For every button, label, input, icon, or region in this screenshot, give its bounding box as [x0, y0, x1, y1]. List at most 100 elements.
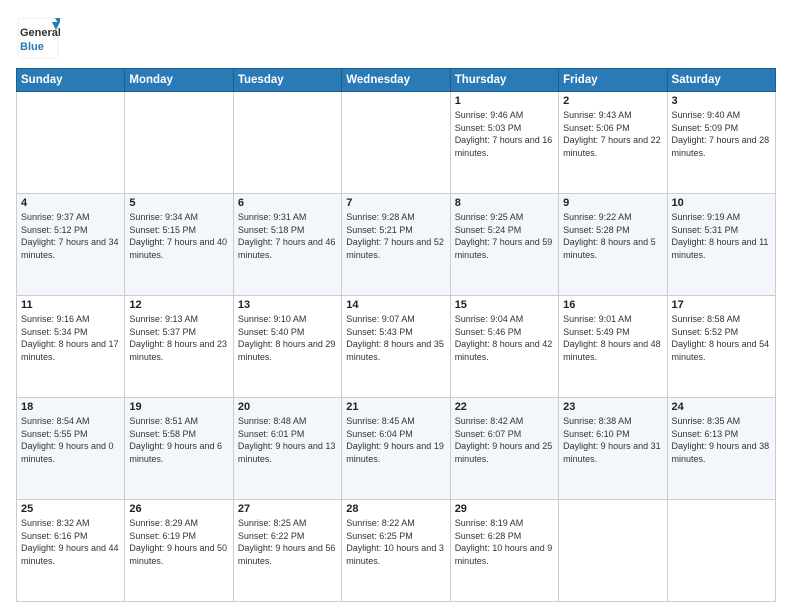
- day-info: Sunrise: 9:13 AMSunset: 5:37 PMDaylight:…: [129, 313, 228, 363]
- day-number: 7: [346, 197, 445, 209]
- day-info: Sunrise: 8:19 AMSunset: 6:28 PMDaylight:…: [455, 517, 554, 567]
- calendar-cell: 28Sunrise: 8:22 AMSunset: 6:25 PMDayligh…: [342, 500, 450, 602]
- day-info: Sunrise: 9:34 AMSunset: 5:15 PMDaylight:…: [129, 211, 228, 261]
- day-info: Sunrise: 8:58 AMSunset: 5:52 PMDaylight:…: [672, 313, 771, 363]
- day-number: 8: [455, 197, 554, 209]
- day-info: Sunrise: 9:22 AMSunset: 5:28 PMDaylight:…: [563, 211, 662, 261]
- day-info: Sunrise: 9:28 AMSunset: 5:21 PMDaylight:…: [346, 211, 445, 261]
- week-row-5: 25Sunrise: 8:32 AMSunset: 6:16 PMDayligh…: [17, 500, 776, 602]
- day-info: Sunrise: 8:25 AMSunset: 6:22 PMDaylight:…: [238, 517, 337, 567]
- day-info: Sunrise: 8:48 AMSunset: 6:01 PMDaylight:…: [238, 415, 337, 465]
- day-number: 1: [455, 95, 554, 107]
- calendar-cell: 10Sunrise: 9:19 AMSunset: 5:31 PMDayligh…: [667, 194, 775, 296]
- day-info: Sunrise: 9:40 AMSunset: 5:09 PMDaylight:…: [672, 109, 771, 159]
- day-info: Sunrise: 8:45 AMSunset: 6:04 PMDaylight:…: [346, 415, 445, 465]
- day-info: Sunrise: 9:25 AMSunset: 5:24 PMDaylight:…: [455, 211, 554, 261]
- weekday-header-thursday: Thursday: [450, 69, 558, 92]
- calendar-cell: [559, 500, 667, 602]
- day-info: Sunrise: 9:46 AMSunset: 5:03 PMDaylight:…: [455, 109, 554, 159]
- day-info: Sunrise: 9:31 AMSunset: 5:18 PMDaylight:…: [238, 211, 337, 261]
- day-number: 6: [238, 197, 337, 209]
- calendar-cell: 1 Sunrise: 9:46 AMSunset: 5:03 PMDaylight…: [450, 92, 558, 194]
- day-info: Sunrise: 9:16 AMSunset: 5:34 PMDaylight:…: [21, 313, 120, 363]
- day-number: 23: [563, 401, 662, 413]
- calendar-cell: 18 Sunrise: 8:54 AMSunset: 5:55 PMDayligh…: [17, 398, 125, 500]
- day-number: 25: [21, 503, 120, 515]
- day-info: Sunrise: 9:01 AMSunset: 5:49 PMDaylight:…: [563, 313, 662, 363]
- calendar-cell: 3 Sunrise: 9:40 AMSunset: 5:09 PMDaylight…: [667, 92, 775, 194]
- day-number: 27: [238, 503, 337, 515]
- calendar-cell: 19Sunrise: 8:51 AMSunset: 5:58 PMDayligh…: [125, 398, 233, 500]
- day-number: 14: [346, 299, 445, 311]
- calendar-cell: 20 Sunrise: 8:48 AMSunset: 6:01 PMDayligh…: [233, 398, 341, 500]
- calendar-table: SundayMondayTuesdayWednesdayThursdayFrid…: [16, 68, 776, 602]
- day-number: 13: [238, 299, 337, 311]
- day-number: 12: [129, 299, 228, 311]
- weekday-header-monday: Monday: [125, 69, 233, 92]
- weekday-header-saturday: Saturday: [667, 69, 775, 92]
- calendar-cell: 24 Sunrise: 8:35 AMSunset: 6:13 PMDayligh…: [667, 398, 775, 500]
- day-info: Sunrise: 8:22 AMSunset: 6:25 PMDaylight:…: [346, 517, 445, 567]
- calendar-cell: 9Sunrise: 9:22 AMSunset: 5:28 PMDaylight…: [559, 194, 667, 296]
- calendar-cell: 6 Sunrise: 9:31 AMSunset: 5:18 PMDaylight…: [233, 194, 341, 296]
- calendar-cell: 22 Sunrise: 8:42 AMSunset: 6:07 PMDayligh…: [450, 398, 558, 500]
- day-number: 4: [21, 197, 120, 209]
- calendar-cell: 8 Sunrise: 9:25 AMSunset: 5:24 PMDaylight…: [450, 194, 558, 296]
- day-info: Sunrise: 9:04 AMSunset: 5:46 PMDaylight:…: [455, 313, 554, 363]
- svg-text:General: General: [20, 27, 60, 39]
- day-number: 19: [129, 401, 228, 413]
- day-number: 26: [129, 503, 228, 515]
- week-row-4: 18 Sunrise: 8:54 AMSunset: 5:55 PMDayligh…: [17, 398, 776, 500]
- day-number: 11: [21, 299, 120, 311]
- day-info: Sunrise: 8:38 AMSunset: 6:10 PMDaylight:…: [563, 415, 662, 465]
- day-info: Sunrise: 8:54 AMSunset: 5:55 PMDaylight:…: [21, 415, 120, 465]
- day-number: 17: [672, 299, 771, 311]
- day-info: Sunrise: 9:37 AMSunset: 5:12 PMDaylight:…: [21, 211, 120, 261]
- logo: General Blue: [16, 16, 60, 60]
- week-row-3: 11 Sunrise: 9:16 AMSunset: 5:34 PMDayligh…: [17, 296, 776, 398]
- calendar-cell: 14 Sunrise: 9:07 AMSunset: 5:43 PMDayligh…: [342, 296, 450, 398]
- calendar-cell: 12 Sunrise: 9:13 AMSunset: 5:37 PMDayligh…: [125, 296, 233, 398]
- logo-svg: General Blue: [16, 16, 60, 60]
- week-row-2: 4 Sunrise: 9:37 AMSunset: 5:12 PMDaylight…: [17, 194, 776, 296]
- calendar-cell: 7 Sunrise: 9:28 AMSunset: 5:21 PMDaylight…: [342, 194, 450, 296]
- day-info: Sunrise: 9:43 AMSunset: 5:06 PMDaylight:…: [563, 109, 662, 159]
- day-info: Sunrise: 8:42 AMSunset: 6:07 PMDaylight:…: [455, 415, 554, 465]
- day-number: 24: [672, 401, 771, 413]
- calendar-cell: 15 Sunrise: 9:04 AMSunset: 5:46 PMDayligh…: [450, 296, 558, 398]
- day-number: 5: [129, 197, 228, 209]
- day-number: 16: [563, 299, 662, 311]
- calendar-cell: 29Sunrise: 8:19 AMSunset: 6:28 PMDayligh…: [450, 500, 558, 602]
- calendar-cell: [342, 92, 450, 194]
- day-info: Sunrise: 9:07 AMSunset: 5:43 PMDaylight:…: [346, 313, 445, 363]
- calendar-cell: [233, 92, 341, 194]
- day-number: 3: [672, 95, 771, 107]
- weekday-header-friday: Friday: [559, 69, 667, 92]
- calendar-cell: 23 Sunrise: 8:38 AMSunset: 6:10 PMDayligh…: [559, 398, 667, 500]
- day-info: Sunrise: 8:29 AMSunset: 6:19 PMDaylight:…: [129, 517, 228, 567]
- calendar-cell: 16 Sunrise: 9:01 AMSunset: 5:49 PMDayligh…: [559, 296, 667, 398]
- day-info: Sunrise: 9:19 AMSunset: 5:31 PMDaylight:…: [672, 211, 771, 261]
- calendar-cell: 25Sunrise: 8:32 AMSunset: 6:16 PMDayligh…: [17, 500, 125, 602]
- calendar-cell: [125, 92, 233, 194]
- day-number: 21: [346, 401, 445, 413]
- calendar-cell: 17 Sunrise: 8:58 AMSunset: 5:52 PMDayligh…: [667, 296, 775, 398]
- weekday-header-sunday: Sunday: [17, 69, 125, 92]
- calendar-cell: 5 Sunrise: 9:34 AMSunset: 5:15 PMDaylight…: [125, 194, 233, 296]
- calendar-cell: [17, 92, 125, 194]
- calendar-cell: 4 Sunrise: 9:37 AMSunset: 5:12 PMDaylight…: [17, 194, 125, 296]
- svg-text:Blue: Blue: [20, 41, 44, 53]
- weekday-header-tuesday: Tuesday: [233, 69, 341, 92]
- calendar-cell: 2 Sunrise: 9:43 AMSunset: 5:06 PMDaylight…: [559, 92, 667, 194]
- day-number: 15: [455, 299, 554, 311]
- day-number: 22: [455, 401, 554, 413]
- day-number: 2: [563, 95, 662, 107]
- weekday-header-wednesday: Wednesday: [342, 69, 450, 92]
- header: General Blue: [16, 16, 776, 60]
- day-number: 20: [238, 401, 337, 413]
- calendar-cell: 27 Sunrise: 8:25 AMSunset: 6:22 PMDayligh…: [233, 500, 341, 602]
- week-row-1: 1 Sunrise: 9:46 AMSunset: 5:03 PMDaylight…: [17, 92, 776, 194]
- day-info: Sunrise: 8:35 AMSunset: 6:13 PMDaylight:…: [672, 415, 771, 465]
- calendar-cell: 21 Sunrise: 8:45 AMSunset: 6:04 PMDayligh…: [342, 398, 450, 500]
- day-number: 18: [21, 401, 120, 413]
